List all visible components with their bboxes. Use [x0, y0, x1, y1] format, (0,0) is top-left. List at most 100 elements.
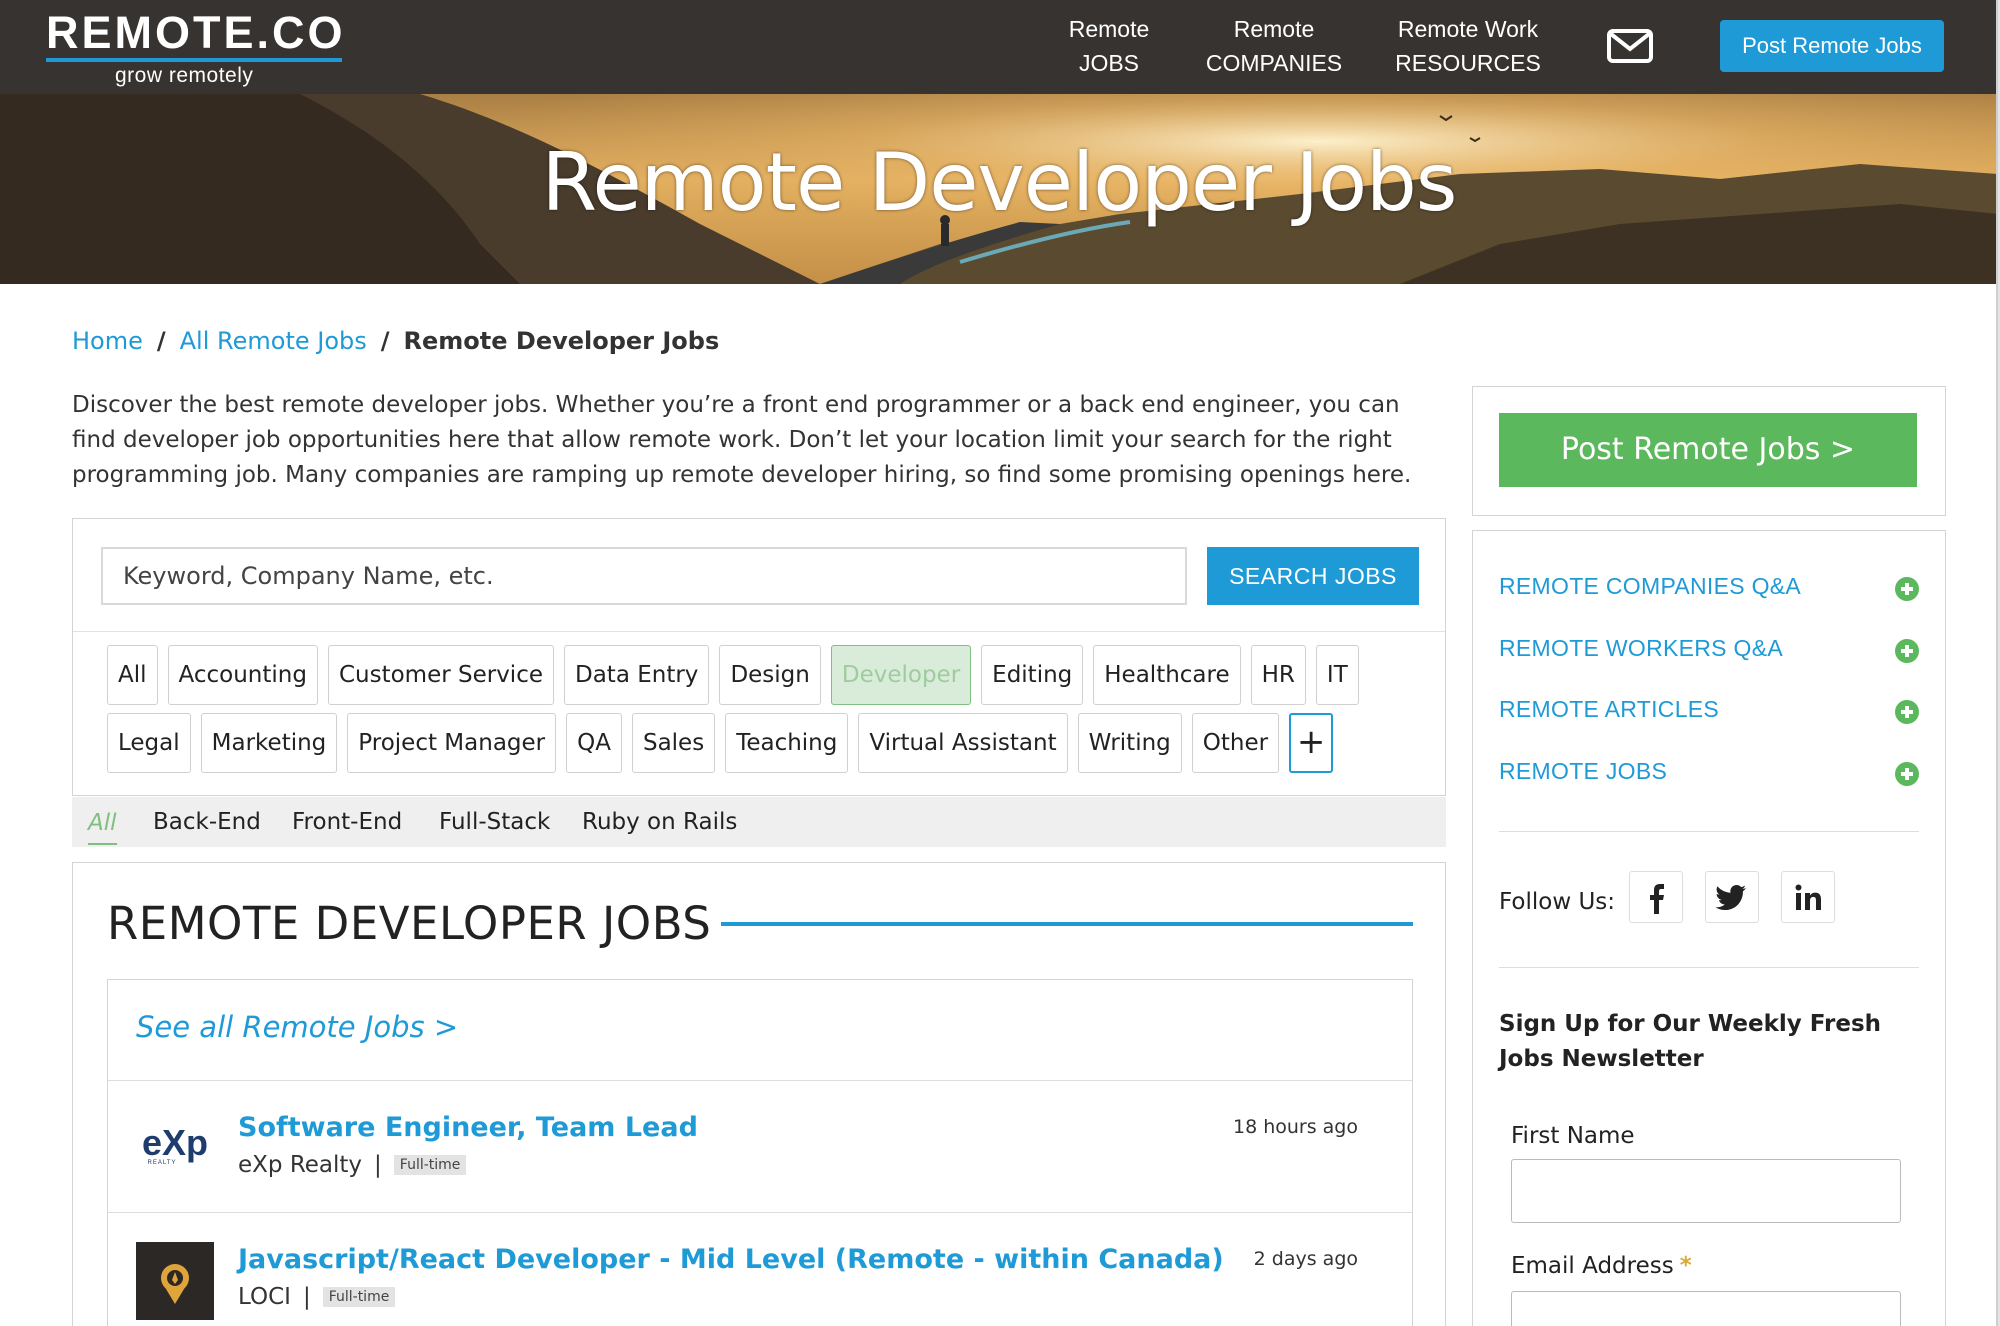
search-jobs-button[interactable]: SEARCH JOBS: [1207, 547, 1419, 605]
site-header: REMOTE.CO grow remotely Remote JOBS Remo…: [0, 0, 1996, 94]
exp-logo-text: eXp: [142, 1122, 208, 1163]
breadcrumb-separator: /: [380, 327, 390, 355]
category-other[interactable]: Other: [1191, 713, 1280, 773]
heading-accent-line: [721, 922, 1413, 926]
subcategory-ruby-on-rails[interactable]: Ruby on Rails: [582, 797, 737, 847]
job-company: LOCI: [238, 1284, 291, 1310]
job-posted-time: 18 hours ago: [1232, 1116, 1358, 1138]
envelope-icon[interactable]: [1606, 28, 1654, 64]
category-sales[interactable]: Sales: [631, 713, 716, 773]
subcategory-bar: All Back-End Front-End Full-Stack Ruby o…: [72, 797, 1446, 847]
see-all-remote-jobs-link[interactable]: See all Remote Jobs >: [136, 1010, 458, 1044]
logo-wordmark: REMOTE.CO: [46, 7, 346, 58]
sidebar-link-label: REMOTE WORKERS Q&A: [1499, 635, 1783, 661]
breadcrumb-separator: /: [156, 327, 166, 355]
nav-remote-companies-line1: Remote: [1233, 16, 1315, 42]
subcategory-front-end[interactable]: Front-End: [292, 797, 402, 847]
email-label-text: Email Address: [1511, 1253, 1674, 1279]
hero-banner: Remote Developer Jobs: [0, 94, 1996, 284]
post-remote-jobs-button[interactable]: Post Remote Jobs: [1720, 20, 1944, 72]
category-healthcare[interactable]: Healthcare: [1093, 645, 1241, 705]
sidebar-link-remote-companies-qa[interactable]: REMOTE COMPANIES Q&A: [1499, 569, 1919, 609]
job-listing[interactable]: eXp REALTY Software Engineer, Team Lead …: [108, 1080, 1412, 1212]
page: REMOTE.CO grow remotely Remote JOBS Remo…: [0, 0, 1998, 1326]
category-virtual-assistant[interactable]: Virtual Assistant: [858, 713, 1068, 773]
jobs-section-heading: REMOTE DEVELOPER JOBS: [107, 897, 712, 950]
category-it[interactable]: IT: [1315, 645, 1359, 705]
category-teaching[interactable]: Teaching: [725, 713, 849, 773]
job-title-link[interactable]: Javascript/React Developer - Mid Level (…: [238, 1244, 1224, 1275]
search-input[interactable]: [101, 547, 1187, 605]
more-categories-button[interactable]: +: [1289, 713, 1334, 773]
breadcrumb-all-remote-jobs[interactable]: All Remote Jobs: [180, 327, 367, 355]
plus-circle-icon[interactable]: [1895, 700, 1919, 724]
jobs-section: REMOTE DEVELOPER JOBS See all Remote Job…: [72, 862, 1446, 1326]
job-title-link[interactable]: Software Engineer, Team Lead: [238, 1112, 698, 1143]
newsletter-title: Sign Up for Our Weekly Fresh Jobs Newsle…: [1499, 1011, 1882, 1072]
category-editing[interactable]: Editing: [981, 645, 1084, 705]
subcategory-full-stack[interactable]: Full-Stack: [439, 797, 550, 847]
subcategory-all[interactable]: All: [88, 803, 117, 845]
job-type-badge: Full-time: [322, 1287, 396, 1307]
logo-tagline: grow remotely: [115, 64, 254, 87]
breadcrumb-home[interactable]: Home: [72, 327, 143, 355]
job-meta: LOCI | Full-time: [238, 1284, 396, 1310]
divider: [1499, 967, 1919, 968]
nav-remote-work-resources[interactable]: Remote Work RESOURCES: [1378, 12, 1558, 80]
category-qa[interactable]: QA: [566, 713, 622, 773]
category-project-manager[interactable]: Project Manager: [347, 713, 557, 773]
breadcrumb: Home / All Remote Jobs / Remote Developer Jo…: [72, 327, 719, 355]
category-data-entry[interactable]: Data Entry: [564, 645, 710, 705]
divider: [1499, 831, 1919, 832]
email-address-label: Email Address *: [1511, 1253, 1692, 1279]
nav-remote-companies-line2: COMPANIES: [1205, 50, 1343, 76]
nav-remote-companies[interactable]: Remote COMPANIES: [1194, 12, 1354, 80]
job-listing[interactable]: Javascript/React Developer - Mid Level (…: [108, 1212, 1412, 1326]
nav-remote-jobs-line1: Remote: [1068, 16, 1150, 42]
nav-remote-jobs-line2: JOBS: [1078, 50, 1140, 76]
twitter-icon[interactable]: [1705, 871, 1759, 923]
sidebar-link-remote-jobs[interactable]: REMOTE JOBS: [1499, 754, 1919, 794]
exp-logo-subtext: REALTY: [148, 1160, 177, 1166]
exp-realty-logo: eXp REALTY: [136, 1110, 214, 1188]
job-type-badge: Full-time: [393, 1155, 467, 1175]
sidebar-post-remote-jobs-button[interactable]: Post Remote Jobs >: [1499, 413, 1917, 487]
meta-separator: |: [374, 1152, 382, 1178]
divider: [73, 631, 1445, 632]
first-name-label: First Name: [1511, 1123, 1635, 1149]
breadcrumb-current: Remote Developer Jobs: [403, 327, 720, 355]
required-asterisk: *: [1679, 1253, 1692, 1279]
sidebar-link-label: REMOTE COMPANIES Q&A: [1499, 573, 1802, 599]
sidebar-box: REMOTE COMPANIES Q&A REMOTE WORKERS Q&A …: [1472, 530, 1946, 1326]
category-legal[interactable]: Legal: [107, 713, 191, 773]
category-hr[interactable]: HR: [1250, 645, 1306, 705]
nav-remote-jobs[interactable]: Remote JOBS: [1042, 12, 1176, 80]
plus-circle-icon[interactable]: [1895, 639, 1919, 663]
job-posted-time: 2 days ago: [1253, 1248, 1358, 1270]
category-customer-service[interactable]: Customer Service: [327, 645, 554, 705]
meta-separator: |: [302, 1284, 311, 1310]
follow-us-label: Follow Us:: [1499, 889, 1616, 915]
category-developer[interactable]: Developer: [830, 645, 972, 705]
sidebar-link-label: REMOTE JOBS: [1499, 758, 1668, 784]
page-title: Remote Developer Jobs: [541, 136, 1458, 229]
category-row: Legal Marketing Project Manager QA Sales…: [107, 713, 1334, 773]
subcategory-back-end[interactable]: Back-End: [153, 797, 261, 847]
category-design[interactable]: Design: [719, 645, 821, 705]
facebook-icon[interactable]: [1629, 871, 1683, 923]
email-address-field[interactable]: [1511, 1291, 1901, 1326]
linkedin-icon[interactable]: [1781, 871, 1835, 923]
sidebar-link-remote-articles[interactable]: REMOTE ARTICLES: [1499, 692, 1919, 732]
category-marketing[interactable]: Marketing: [200, 713, 338, 773]
category-all[interactable]: All: [107, 645, 158, 705]
plus-circle-icon[interactable]: [1895, 577, 1919, 601]
category-accounting[interactable]: Accounting: [167, 645, 318, 705]
first-name-field[interactable]: [1511, 1159, 1901, 1223]
nav-resources-line2: RESOURCES: [1395, 50, 1541, 76]
sidebar-link-remote-workers-qa[interactable]: REMOTE WORKERS Q&A: [1499, 631, 1919, 671]
site-logo[interactable]: REMOTE.CO grow remotely: [46, 7, 346, 87]
job-company: eXp Realty: [238, 1152, 363, 1178]
category-writing[interactable]: Writing: [1077, 713, 1182, 773]
nav-resources-line1: Remote Work: [1397, 16, 1539, 42]
plus-circle-icon[interactable]: [1895, 762, 1919, 786]
